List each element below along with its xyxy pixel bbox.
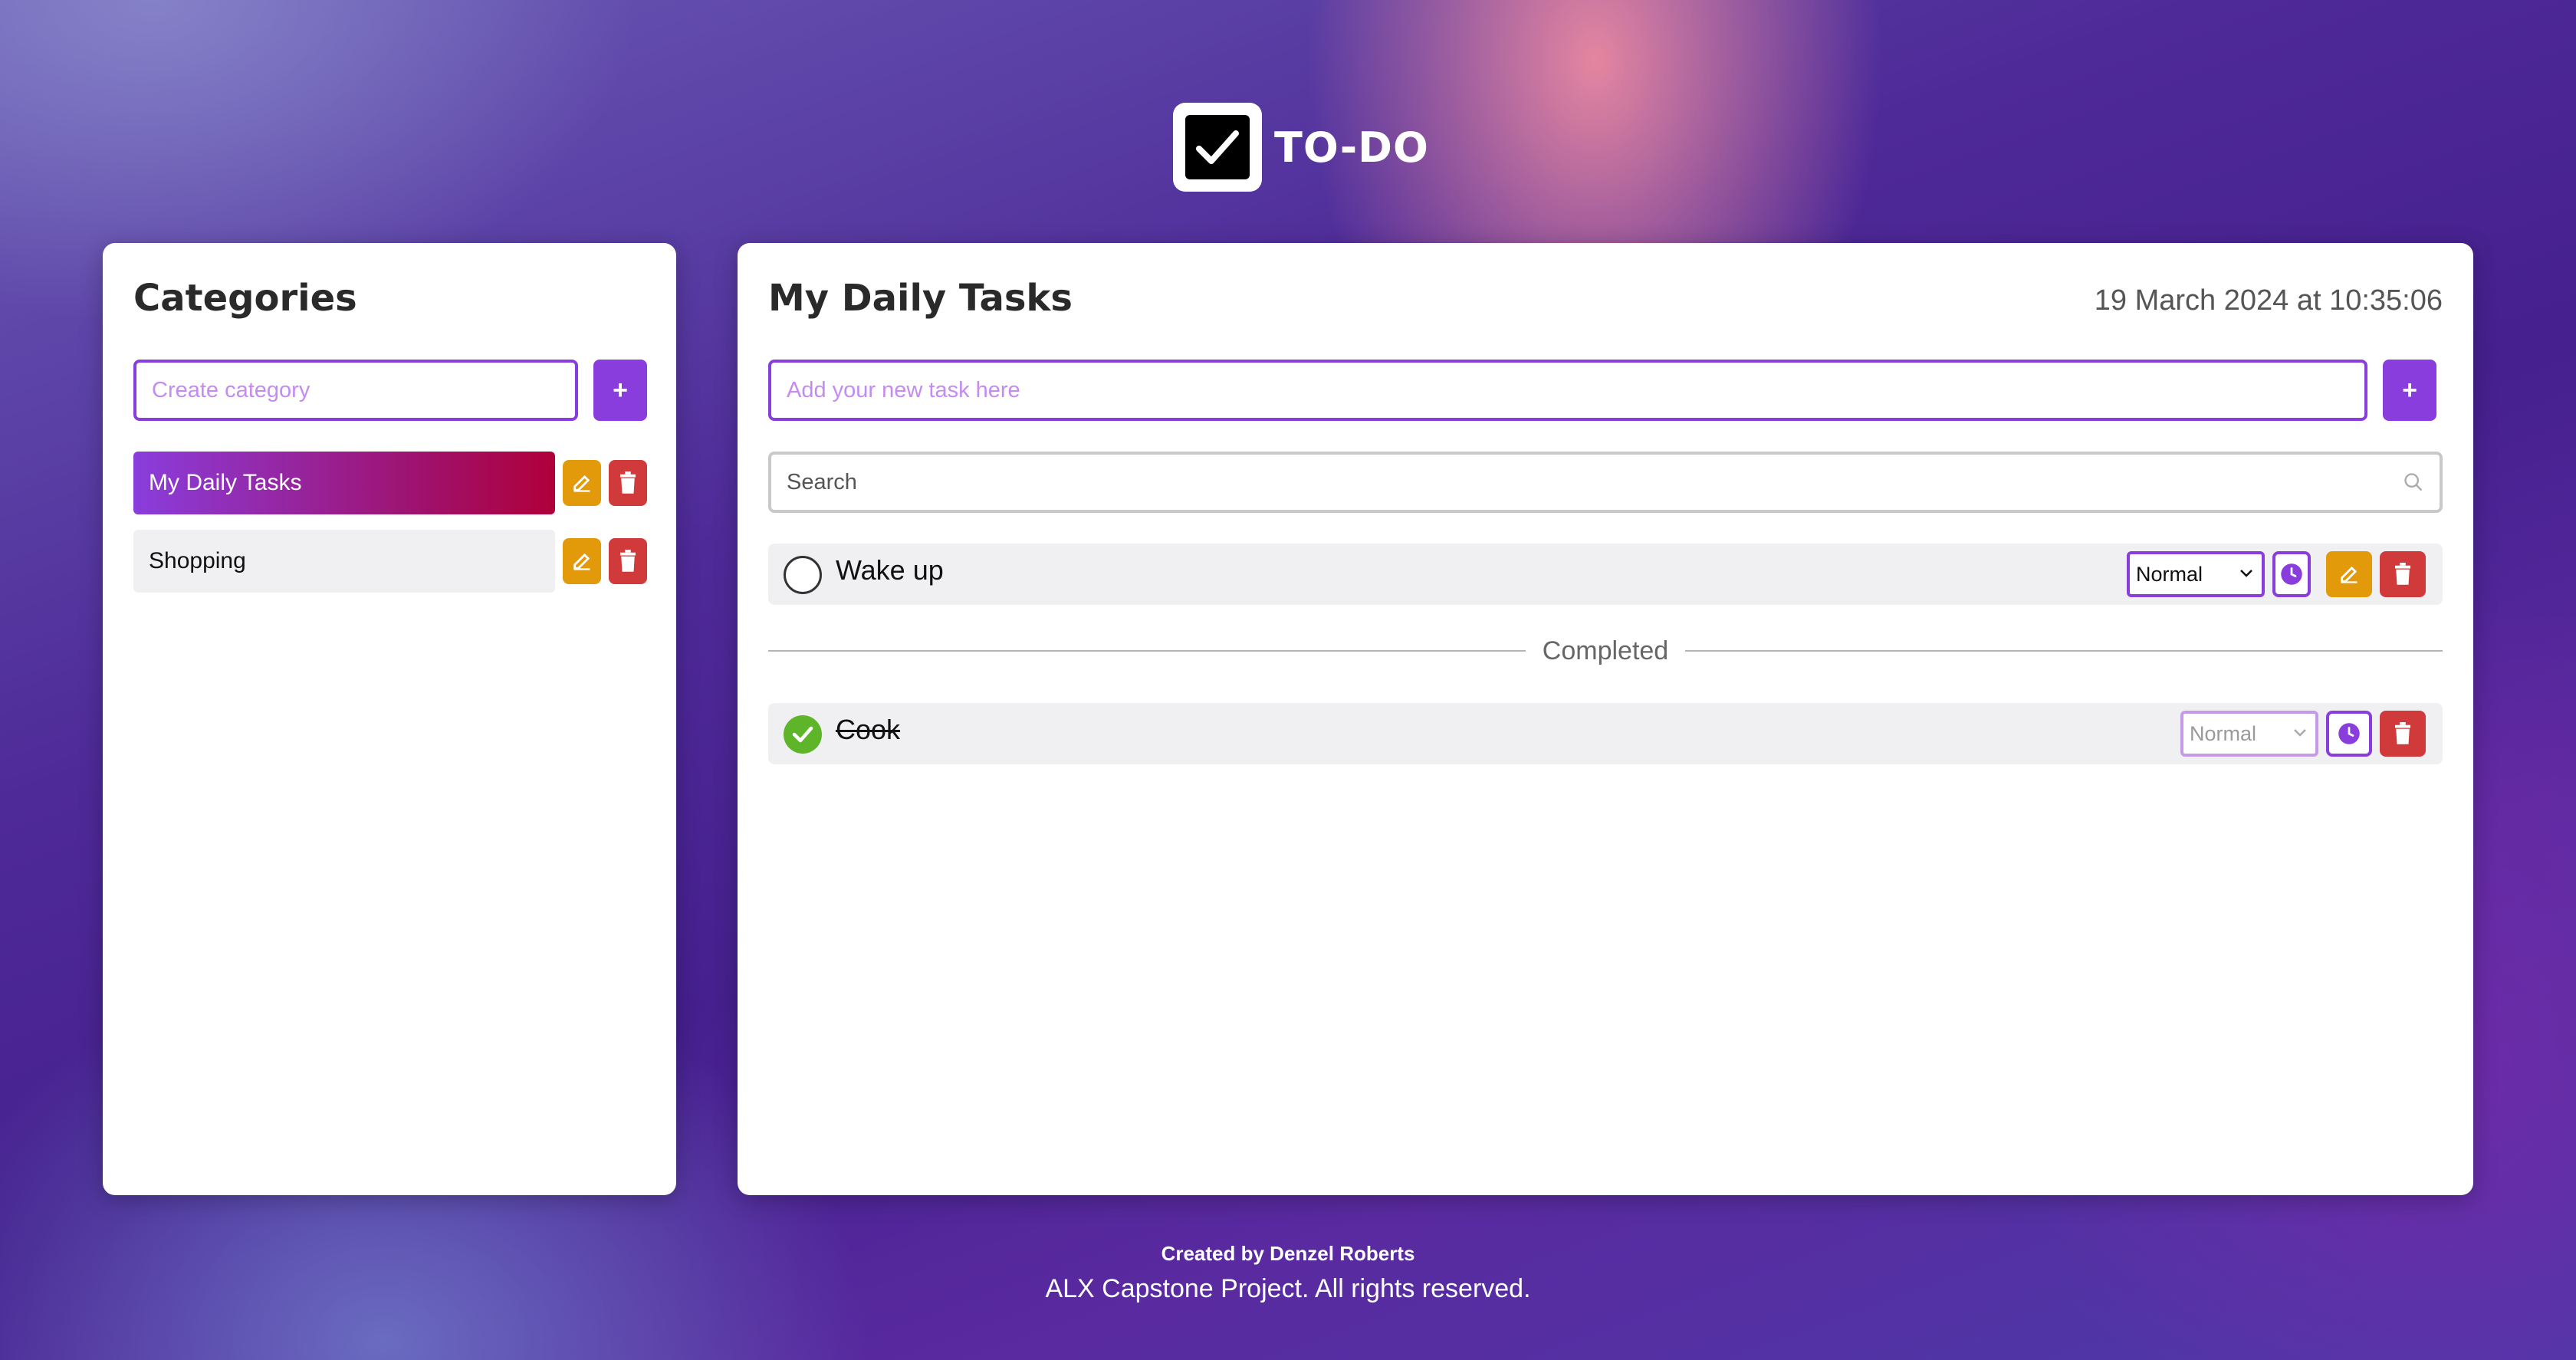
category-item-my-daily-tasks[interactable]: My Daily Tasks xyxy=(133,452,555,514)
trash-icon xyxy=(620,471,636,494)
completed-divider: Completed xyxy=(768,636,2443,666)
edit-icon xyxy=(573,553,590,570)
task-checkbox-checked[interactable] xyxy=(784,715,822,754)
priority-select[interactable]: Normal xyxy=(2127,551,2265,597)
category-item-shopping[interactable]: Shopping xyxy=(133,530,555,593)
priority-value: Normal xyxy=(2136,562,2203,586)
trash-icon xyxy=(2395,563,2410,585)
categories-panel: Categories + My Daily Tasks Shopping xyxy=(103,243,676,1195)
search-icon xyxy=(2404,473,2423,491)
reminder-button[interactable] xyxy=(2272,551,2311,597)
app-title: TO-DO xyxy=(1274,123,1429,172)
edit-category-button[interactable] xyxy=(563,460,601,506)
checkbox-icon xyxy=(1173,103,1262,192)
delete-task-button[interactable] xyxy=(2380,711,2426,757)
edit-task-button[interactable] xyxy=(2326,551,2372,597)
category-label: Shopping xyxy=(149,548,246,573)
footer-credit: Created by Denzel Roberts xyxy=(1161,1242,1415,1265)
priority-select: Normal xyxy=(2180,711,2318,757)
trash-icon xyxy=(2395,722,2410,744)
categories-title: Categories xyxy=(133,277,357,320)
clock-icon xyxy=(2281,563,2302,585)
edit-category-button[interactable] xyxy=(563,538,601,584)
delete-category-button[interactable] xyxy=(609,460,647,506)
new-task-input[interactable] xyxy=(768,360,2367,421)
search-placeholder: Search xyxy=(787,469,857,494)
page-title: My Daily Tasks xyxy=(768,277,1073,320)
category-label: My Daily Tasks xyxy=(149,470,302,495)
completed-label: Completed xyxy=(1542,636,1669,665)
check-icon xyxy=(792,726,813,743)
task-label: Wake up xyxy=(836,554,944,586)
edit-icon xyxy=(2341,566,2358,583)
delete-category-button[interactable] xyxy=(609,538,647,584)
current-datetime: 19 March 2024 at 10:35:06 xyxy=(2094,284,2443,317)
clock-icon xyxy=(2338,723,2360,744)
task-row: Wake up Normal xyxy=(768,544,2443,605)
create-category-input[interactable] xyxy=(133,360,578,421)
add-task-button[interactable]: + xyxy=(2383,360,2436,421)
edit-icon xyxy=(573,475,590,492)
task-checkbox[interactable] xyxy=(784,556,822,594)
task-row-completed: Cook Normal xyxy=(768,703,2443,764)
footer-rights: ALX Capstone Project. All rights reserve… xyxy=(1045,1274,1531,1303)
priority-value: Normal xyxy=(2190,721,2257,745)
chevron-down-icon xyxy=(2294,729,2306,737)
task-label: Cook xyxy=(836,714,901,745)
tasks-panel: My Daily Tasks 19 March 2024 at 10:35:06… xyxy=(738,243,2473,1195)
add-category-button[interactable]: + xyxy=(593,360,647,421)
delete-task-button[interactable] xyxy=(2380,551,2426,597)
app-logo: TO-DO xyxy=(1173,103,1429,192)
chevron-down-icon xyxy=(2240,570,2252,577)
reminder-button[interactable] xyxy=(2326,711,2372,757)
trash-icon xyxy=(620,550,636,572)
search-input[interactable]: Search xyxy=(768,452,2443,513)
